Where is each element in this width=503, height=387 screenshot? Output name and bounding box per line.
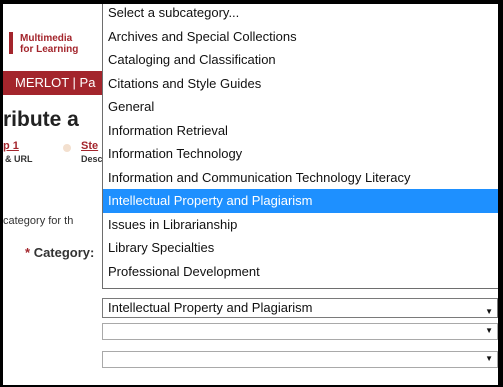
secondary-select-2[interactable]: ▼ bbox=[102, 351, 498, 368]
subcategory-select-value: Intellectual Property and Plagiarism bbox=[108, 300, 313, 315]
step-2-sublabel: Desc bbox=[81, 154, 103, 164]
dropdown-option[interactable]: Citations and Style Guides bbox=[103, 72, 498, 96]
dropdown-option[interactable]: Library Specialties bbox=[103, 236, 498, 260]
category-label-text: Category: bbox=[33, 245, 95, 260]
merlot-logo-icon bbox=[9, 32, 13, 54]
step-dot-icon bbox=[63, 144, 71, 152]
step-1-sublabel: & URL bbox=[5, 154, 33, 164]
subcategory-select[interactable]: Intellectual Property and Plagiarism ▼ bbox=[102, 298, 498, 318]
logo-line-1: Multimedia bbox=[20, 33, 73, 44]
dropdown-arrow-icon[interactable]: ▼ bbox=[485, 303, 493, 321]
dropdown-option[interactable]: Cataloging and Classification bbox=[103, 48, 498, 72]
dropdown-option[interactable]: Information and Communication Technology… bbox=[103, 166, 498, 190]
dropdown-option[interactable]: Professional Development bbox=[103, 260, 498, 284]
dropdown-option[interactable]: Select a subcategory... bbox=[103, 4, 498, 25]
page: Multimedia for Learning MERLOT | Pa ribut… bbox=[3, 4, 498, 385]
step-2-link[interactable]: Ste bbox=[81, 140, 98, 152]
secondary-select-1[interactable]: ▼ bbox=[102, 323, 498, 340]
site-banner[interactable]: MERLOT | Pa bbox=[3, 71, 103, 95]
logo-text: Multimedia for Learning bbox=[20, 33, 78, 55]
logo-line-2: for Learning bbox=[20, 44, 79, 55]
subcategory-dropdown-list[interactable]: Select a subcategory... Archives and Spec… bbox=[102, 4, 498, 289]
dropdown-option-highlighted[interactable]: Intellectual Property and Plagiarism bbox=[103, 189, 498, 213]
dropdown-arrow-icon[interactable]: ▼ bbox=[485, 354, 493, 363]
step-1-link[interactable]: p 1 bbox=[3, 140, 19, 152]
page-title: ribute a bbox=[3, 108, 79, 131]
dropdown-option[interactable]: Information Technology bbox=[103, 142, 498, 166]
required-marker: * bbox=[25, 245, 31, 260]
dropdown-option[interactable]: Information Retrieval bbox=[103, 119, 498, 143]
dropdown-option[interactable]: Issues in Librarianship bbox=[103, 213, 498, 237]
category-hint: category for th bbox=[3, 215, 74, 227]
dropdown-option[interactable]: General bbox=[103, 95, 498, 119]
dropdown-option[interactable]: Archives and Special Collections bbox=[103, 25, 498, 49]
dropdown-arrow-icon[interactable]: ▼ bbox=[485, 326, 493, 335]
category-label: * Category: bbox=[25, 245, 94, 260]
